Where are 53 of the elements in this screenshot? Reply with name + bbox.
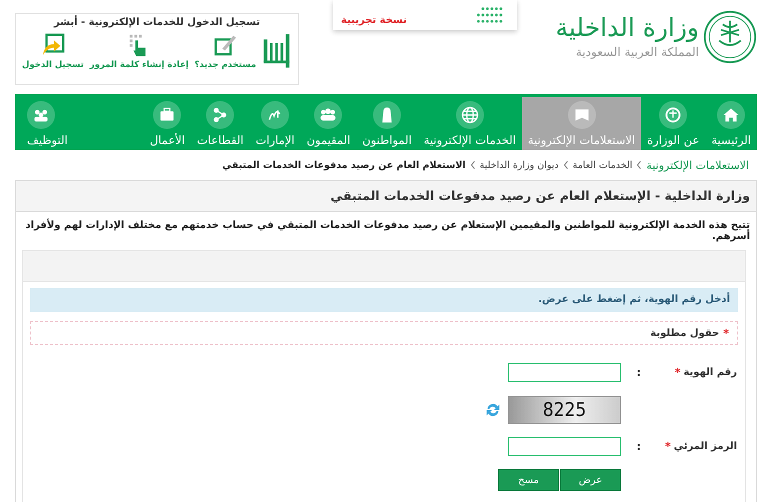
briefcase-icon — [153, 100, 182, 128]
chevron-icon — [636, 160, 642, 170]
required-mark: * — [664, 440, 671, 453]
field-separator: : — [636, 366, 641, 379]
nav-tab[interactable]: الاستعلامات الإلكترونية — [522, 97, 642, 150]
login-action[interactable]: تسجيل الدخول — [22, 33, 84, 70]
login-arrow-icon — [40, 33, 65, 57]
nav-tab[interactable]: الخدمات الإلكترونية — [418, 97, 522, 150]
edit-icon — [213, 33, 238, 57]
info-message: أدخل رقم الهوية، ثم إضغط على عرض. — [30, 288, 738, 312]
field-label: رقم الهوية — [683, 367, 737, 378]
field-label: الرمز المرئي — [674, 441, 737, 452]
nav-tab[interactable]: الرئيسية — [705, 97, 757, 150]
login-action[interactable]: مستخدم جديد؟ — [194, 33, 256, 70]
home-icon — [717, 100, 746, 128]
nav-tab[interactable]: الإمارات — [250, 97, 301, 150]
required-note: حقول مطلوبة — [650, 328, 720, 338]
nav-tab[interactable]: عن الوزارة — [641, 97, 706, 150]
form-button[interactable]: عرض — [560, 469, 621, 491]
field-separator: : — [636, 440, 641, 453]
nav-tab[interactable]: القطاعات — [190, 97, 250, 150]
nav-tab[interactable]: المواطنون — [356, 97, 418, 150]
breadcrumb-item[interactable]: ديوان وزارة الداخلية — [480, 160, 559, 170]
panel-title: وزارة الداخلية - الإستعلام العام عن رصيد مدفوعات الخدمات المتبقي — [16, 181, 756, 212]
input-field[interactable] — [508, 437, 621, 456]
chevron-icon — [470, 160, 476, 170]
team-icon — [27, 100, 55, 128]
nav-tab[interactable]: الأعمال — [144, 97, 191, 150]
network-icon — [206, 100, 234, 128]
ministry-name: وزارة الداخلية — [555, 13, 699, 43]
person-icon — [373, 100, 402, 128]
login-title: تسجيل الدخول للخدمات الإلكترونية - أبشر — [52, 17, 262, 28]
chevron-icon — [562, 160, 569, 170]
captcha-image: 8225 — [508, 396, 621, 424]
calligraphy-icon — [261, 100, 290, 128]
required-mark: * — [723, 326, 729, 340]
banner-note: نسخة تجريبية — [341, 15, 407, 26]
country-name: المملكة العربية السعودية — [576, 44, 699, 61]
breadcrumb-item[interactable]: الاستعلامات الإلكترونية — [646, 158, 749, 172]
globe-icon — [456, 100, 484, 128]
version-banner[interactable]: نسخة تجريبية — [333, 0, 517, 30]
login-action[interactable]: إعادة إنشاء كلمة المرور — [90, 33, 189, 70]
required-mark: * — [674, 366, 680, 379]
input-field[interactable] — [508, 363, 621, 382]
group-icon — [314, 100, 342, 128]
breadcrumb-item[interactable]: الخدمات العامة — [572, 160, 632, 170]
emblem-icon — [659, 100, 688, 128]
nav-tab[interactable]: التوظيف — [15, 97, 144, 150]
emblem-logo-icon — [703, 10, 757, 64]
service-description: تتيح هذه الخدمة الإلكترونية للمواطنين والمقيمين الإستعلام عن رصيد مدفوعات الخدمات المتبقي في حساب خدمتهم مع مختلف الإدارات لهم ولأفراد أسرهم. — [24, 220, 750, 242]
form-button[interactable]: مسح — [498, 469, 559, 491]
nav-tab[interactable]: المقيمون — [300, 97, 356, 150]
breadcrumb-item: الاستعلام العام عن رصيد مدفوعات الخدمات المتبقي — [222, 160, 466, 170]
